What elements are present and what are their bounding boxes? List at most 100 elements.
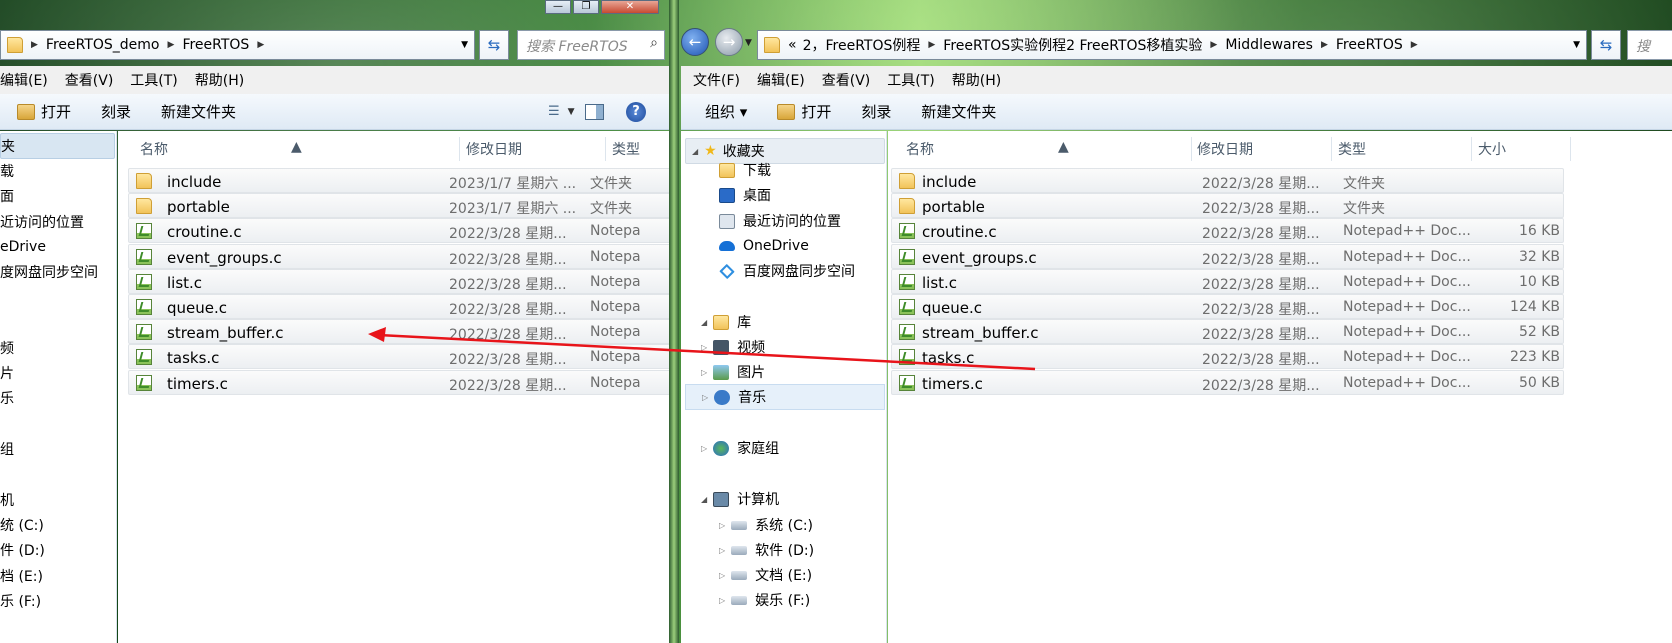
- nav-item-recent[interactable]: 最近访问的位置: [719, 208, 841, 234]
- nav-item-drive-c[interactable]: ▷ 系统 (C:): [719, 512, 813, 538]
- table-row[interactable]: tasks.c 2022/3/28 星期... Notepad++ Doc... 22…: [891, 344, 1564, 370]
- nav-item-desktop[interactable]: 桌面: [719, 182, 771, 208]
- nav-item-recent[interactable]: 近访问的位置: [0, 209, 84, 235]
- menu-tools[interactable]: 工具(T): [130, 70, 177, 90]
- column-size[interactable]: 大小: [1478, 139, 1506, 159]
- table-row[interactable]: portable 2023/1/7 星期六 ... 文件夹: [128, 193, 669, 219]
- nav-item-music[interactable]: ▷ 音乐: [685, 384, 885, 410]
- breadcrumb-item[interactable]: Middlewares: [1225, 37, 1313, 53]
- breadcrumb-overflow[interactable]: «: [788, 37, 797, 53]
- table-row[interactable]: event_groups.c 2022/3/28 星期... Notepad++ D…: [891, 243, 1564, 269]
- nav-item-homegroup[interactable]: 组: [0, 436, 14, 462]
- nav-item-baidu-sync[interactable]: 度网盘同步空间: [0, 259, 98, 285]
- burn-button[interactable]: 刻录: [861, 101, 891, 122]
- breadcrumb-item[interactable]: 2，FreeRTOS例程: [803, 35, 921, 55]
- menu-view[interactable]: 查看(V): [65, 70, 114, 90]
- table-row[interactable]: croutine.c 2022/3/28 星期... Notepa: [128, 218, 669, 244]
- column-divider[interactable]: [605, 137, 606, 161]
- refresh-button[interactable]: ⇆: [479, 30, 509, 60]
- nav-item-drive-c[interactable]: 统 (C:): [0, 512, 44, 538]
- nav-computer[interactable]: ◢ 计算机: [701, 486, 779, 512]
- table-row[interactable]: queue.c 2022/3/28 星期... Notepa: [128, 294, 669, 319]
- nav-item-drive-d[interactable]: 件 (D:): [0, 537, 45, 563]
- preview-pane-button[interactable]: [585, 104, 604, 120]
- close-button[interactable]: ✕: [601, 0, 659, 14]
- view-options-button[interactable]: ☰ ▼: [548, 103, 575, 120]
- column-type[interactable]: 类型: [612, 139, 640, 159]
- table-row[interactable]: stream_buffer.c 2022/3/28 星期... Notepad++ …: [891, 319, 1564, 345]
- address-bar[interactable]: ▶ FreeRTOS_demo ▶ FreeRTOS ▶ ▼: [0, 30, 475, 60]
- burn-button[interactable]: 刻录: [101, 101, 131, 122]
- chevron-down-icon[interactable]: ▼: [1573, 40, 1580, 50]
- nav-homegroup[interactable]: ▷ 家庭组: [701, 435, 779, 461]
- column-divider[interactable]: [459, 137, 460, 161]
- menu-help[interactable]: 帮助(H): [195, 70, 244, 90]
- back-button[interactable]: ←: [681, 28, 709, 56]
- breadcrumb-item[interactable]: FreeRTOS_demo: [46, 37, 160, 53]
- table-row[interactable]: portable 2022/3/28 星期... 文件夹: [891, 193, 1564, 219]
- column-divider[interactable]: [1570, 137, 1571, 161]
- forward-button[interactable]: →: [715, 28, 743, 56]
- table-row[interactable]: event_groups.c 2022/3/28 星期... Notepa: [128, 243, 669, 269]
- nav-item-downloads[interactable]: 下载: [719, 157, 771, 183]
- menu-edit[interactable]: 编辑(E): [757, 70, 805, 90]
- table-row[interactable]: timers.c 2022/3/28 星期... Notepad++ Doc... 5…: [891, 369, 1564, 395]
- search-input[interactable]: 搜索 FreeRTOS ⌕: [517, 30, 665, 60]
- table-row[interactable]: croutine.c 2022/3/28 星期... Notepad++ Doc..…: [891, 218, 1564, 244]
- nav-favorites[interactable]: ◢ ★ 收藏夹: [685, 138, 885, 164]
- breadcrumb-item[interactable]: FreeRTOS实验例程2 FreeRTOS移植实验: [943, 35, 1202, 55]
- column-type[interactable]: 类型: [1338, 139, 1366, 159]
- nav-item-videos[interactable]: ▷ 视频: [701, 334, 765, 360]
- column-divider[interactable]: [1331, 137, 1332, 161]
- menu-help[interactable]: 帮助(H): [952, 70, 1001, 90]
- menu-file[interactable]: 文件(F): [693, 70, 740, 90]
- breadcrumb-item[interactable]: FreeRTOS: [1336, 37, 1403, 53]
- breadcrumb-item[interactable]: FreeRTOS: [182, 37, 249, 53]
- table-row[interactable]: list.c 2022/3/28 星期... Notepa: [128, 268, 669, 294]
- column-name[interactable]: 名称: [906, 139, 934, 159]
- table-row[interactable]: tasks.c 2022/3/28 星期... Notepa: [128, 344, 669, 370]
- nav-item-downloads[interactable]: 载: [0, 158, 14, 184]
- new-folder-button[interactable]: 新建文件夹: [161, 101, 236, 122]
- open-button[interactable]: 打开: [777, 101, 831, 122]
- menu-edit[interactable]: 编辑(E): [0, 70, 48, 90]
- table-row[interactable]: include 2023/1/7 星期六 ... 文件夹: [128, 168, 669, 193]
- nav-item-drive-e[interactable]: 档 (E:): [0, 563, 43, 589]
- nav-item-desktop[interactable]: 面: [0, 183, 14, 209]
- help-button[interactable]: ?: [626, 102, 646, 122]
- nav-item-baidu-sync[interactable]: 百度网盘同步空间: [719, 258, 855, 284]
- nav-favorites[interactable]: 夹: [0, 133, 115, 159]
- column-divider[interactable]: [1471, 137, 1472, 161]
- column-date[interactable]: 修改日期: [466, 139, 522, 159]
- table-row[interactable]: queue.c 2022/3/28 星期... Notepad++ Doc... 12…: [891, 294, 1564, 319]
- nav-item-drive-e[interactable]: ▷ 文档 (E:): [719, 562, 812, 588]
- nav-item-onedrive[interactable]: OneDrive: [719, 233, 809, 259]
- open-button[interactable]: 打开: [17, 101, 71, 122]
- organize-button[interactable]: 组织 ▾: [705, 101, 747, 122]
- column-name[interactable]: 名称: [140, 139, 168, 159]
- restore-button[interactable]: ❐: [573, 0, 599, 14]
- table-row[interactable]: stream_buffer.c 2022/3/28 星期... Notepa: [128, 319, 669, 345]
- new-folder-button[interactable]: 新建文件夹: [921, 101, 996, 122]
- nav-library[interactable]: ◢ 库: [701, 309, 751, 335]
- table-row[interactable]: timers.c 2022/3/28 星期... Notepa: [128, 369, 669, 395]
- refresh-button[interactable]: ⇆: [1591, 30, 1621, 60]
- nav-item-drive-f[interactable]: ▷ 娱乐 (F:): [719, 587, 810, 613]
- address-bar[interactable]: « 2，FreeRTOS例程 ▶ FreeRTOS实验例程2 FreeRTOS移…: [757, 30, 1587, 60]
- nav-item-pictures[interactable]: ▷ 图片: [701, 359, 765, 385]
- nav-item-drive-d[interactable]: ▷ 软件 (D:): [719, 537, 814, 563]
- chevron-down-icon[interactable]: ▼: [461, 40, 468, 50]
- menu-tools[interactable]: 工具(T): [887, 70, 934, 90]
- nav-item-videos[interactable]: 频: [0, 335, 14, 361]
- nav-item-onedrive[interactable]: eDrive: [0, 234, 46, 260]
- nav-item-music[interactable]: 乐: [0, 385, 14, 411]
- nav-item-computer[interactable]: 机: [0, 487, 14, 513]
- minimize-button[interactable]: —: [545, 0, 571, 14]
- column-date[interactable]: 修改日期: [1197, 139, 1253, 159]
- table-row[interactable]: include 2022/3/28 星期... 文件夹: [891, 168, 1564, 193]
- table-row[interactable]: list.c 2022/3/28 星期... Notepad++ Doc... 10 …: [891, 268, 1564, 294]
- nav-item-pictures[interactable]: 片: [0, 360, 14, 386]
- search-input[interactable]: 搜: [1627, 30, 1672, 60]
- menu-view[interactable]: 查看(V): [822, 70, 871, 90]
- recent-pages-dropdown[interactable]: ▼: [745, 38, 752, 48]
